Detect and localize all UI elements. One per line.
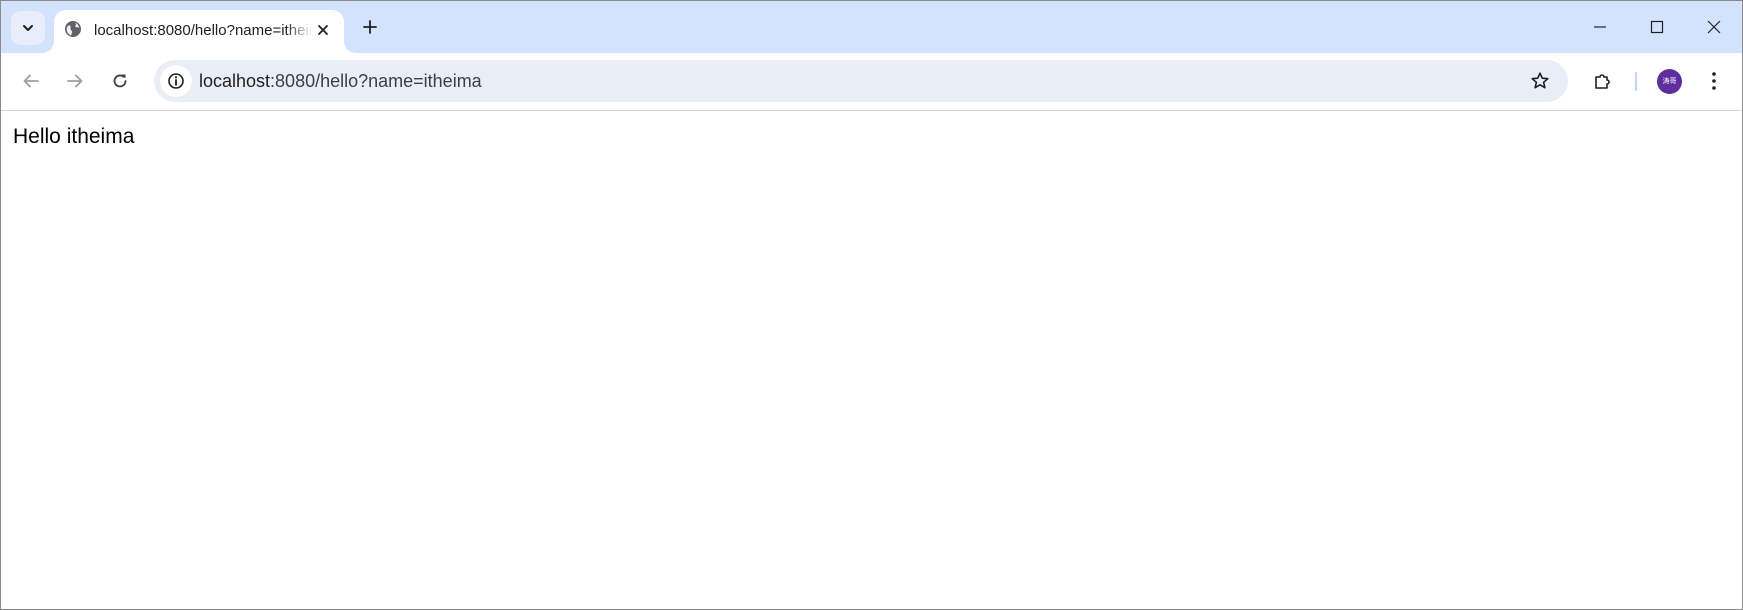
toolbar-divider [1635, 72, 1637, 91]
close-icon [1707, 20, 1720, 34]
close-window-button[interactable] [1685, 1, 1742, 53]
page-body-text: Hello itheima [13, 125, 135, 148]
puzzle-icon [1595, 74, 1610, 89]
kebab-menu-icon [1712, 72, 1716, 90]
url-host: localhost [199, 71, 271, 91]
address-bar[interactable]: localhost:8080/hello?name=itheima [154, 60, 1568, 102]
browser-toolbar: localhost:8080/hello?name=itheima 涛哥 [1, 53, 1742, 111]
bookmark-button[interactable] [1524, 65, 1556, 97]
arrow-left-icon [23, 74, 39, 88]
reload-button[interactable] [103, 64, 137, 98]
star-icon [1531, 72, 1549, 89]
new-tab-button[interactable] [356, 13, 384, 41]
url-path: :8080/hello?name=itheima [270, 71, 482, 91]
page-content: Hello itheima [1, 112, 1742, 609]
tab-strip: localhost:8080/hello?name=itheima [1, 1, 1742, 53]
profile-avatar[interactable]: 涛哥 [1657, 69, 1682, 94]
plus-icon [363, 20, 377, 34]
browser-menu-button[interactable] [1697, 64, 1731, 98]
maximize-button[interactable] [1628, 1, 1685, 53]
forward-button[interactable] [58, 64, 92, 98]
close-icon [318, 25, 328, 35]
tab-search-button[interactable] [11, 11, 45, 45]
window-controls [1571, 1, 1742, 53]
info-icon [168, 73, 184, 89]
minimize-button[interactable] [1571, 1, 1628, 53]
extensions-button[interactable] [1586, 64, 1620, 98]
globe-icon [64, 20, 82, 38]
url-text[interactable]: localhost:8080/hello?name=itheima [199, 70, 482, 92]
back-button[interactable] [14, 64, 48, 98]
site-info-button[interactable] [160, 65, 192, 97]
minimize-icon [1593, 26, 1606, 28]
maximize-icon [1650, 20, 1663, 34]
chevron-down-icon [23, 25, 33, 31]
browser-window: localhost:8080/hello?name=itheima localh… [0, 0, 1743, 610]
arrow-right-icon [67, 74, 83, 88]
tab-title: localhost:8080/hello?name=itheima [94, 22, 312, 39]
reload-icon [113, 74, 127, 88]
active-tab[interactable]: localhost:8080/hello?name=itheima [54, 10, 344, 53]
tab-close-button[interactable] [312, 19, 334, 41]
